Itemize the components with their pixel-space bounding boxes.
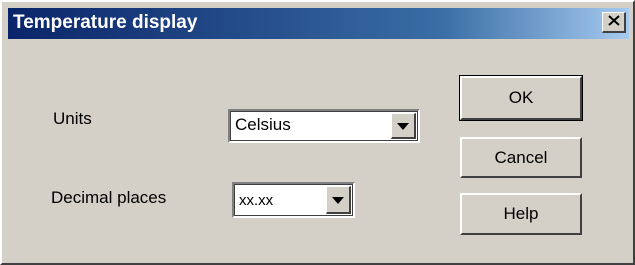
chevron-down-icon [332, 191, 344, 209]
units-select[interactable]: Celsius [228, 109, 420, 143]
temperature-display-dialog: Temperature display Units Celsius Decima… [0, 0, 635, 265]
cancel-button[interactable]: Cancel [460, 137, 582, 178]
decimal-places-dropdown-button[interactable] [326, 186, 351, 214]
ok-button-label: OK [508, 88, 534, 107]
help-button-label: Help [503, 204, 539, 223]
ok-button[interactable]: OK [459, 75, 583, 121]
title-bar[interactable]: Temperature display [8, 8, 629, 39]
units-dropdown-button[interactable] [391, 113, 416, 139]
decimal-places-select[interactable]: xx.xx [232, 182, 355, 218]
units-select-value: Celsius [235, 115, 291, 134]
close-icon [607, 13, 620, 31]
decimal-places-select-value: xx.xx [239, 192, 274, 209]
cancel-button-label: Cancel [494, 147, 548, 167]
help-button[interactable]: Help [460, 193, 582, 235]
units-label: Units [53, 109, 92, 128]
window-title: Temperature display [13, 12, 198, 33]
decimal-places-label: Decimal places [51, 188, 167, 207]
close-button[interactable] [602, 12, 626, 33]
chevron-down-icon [397, 117, 409, 135]
